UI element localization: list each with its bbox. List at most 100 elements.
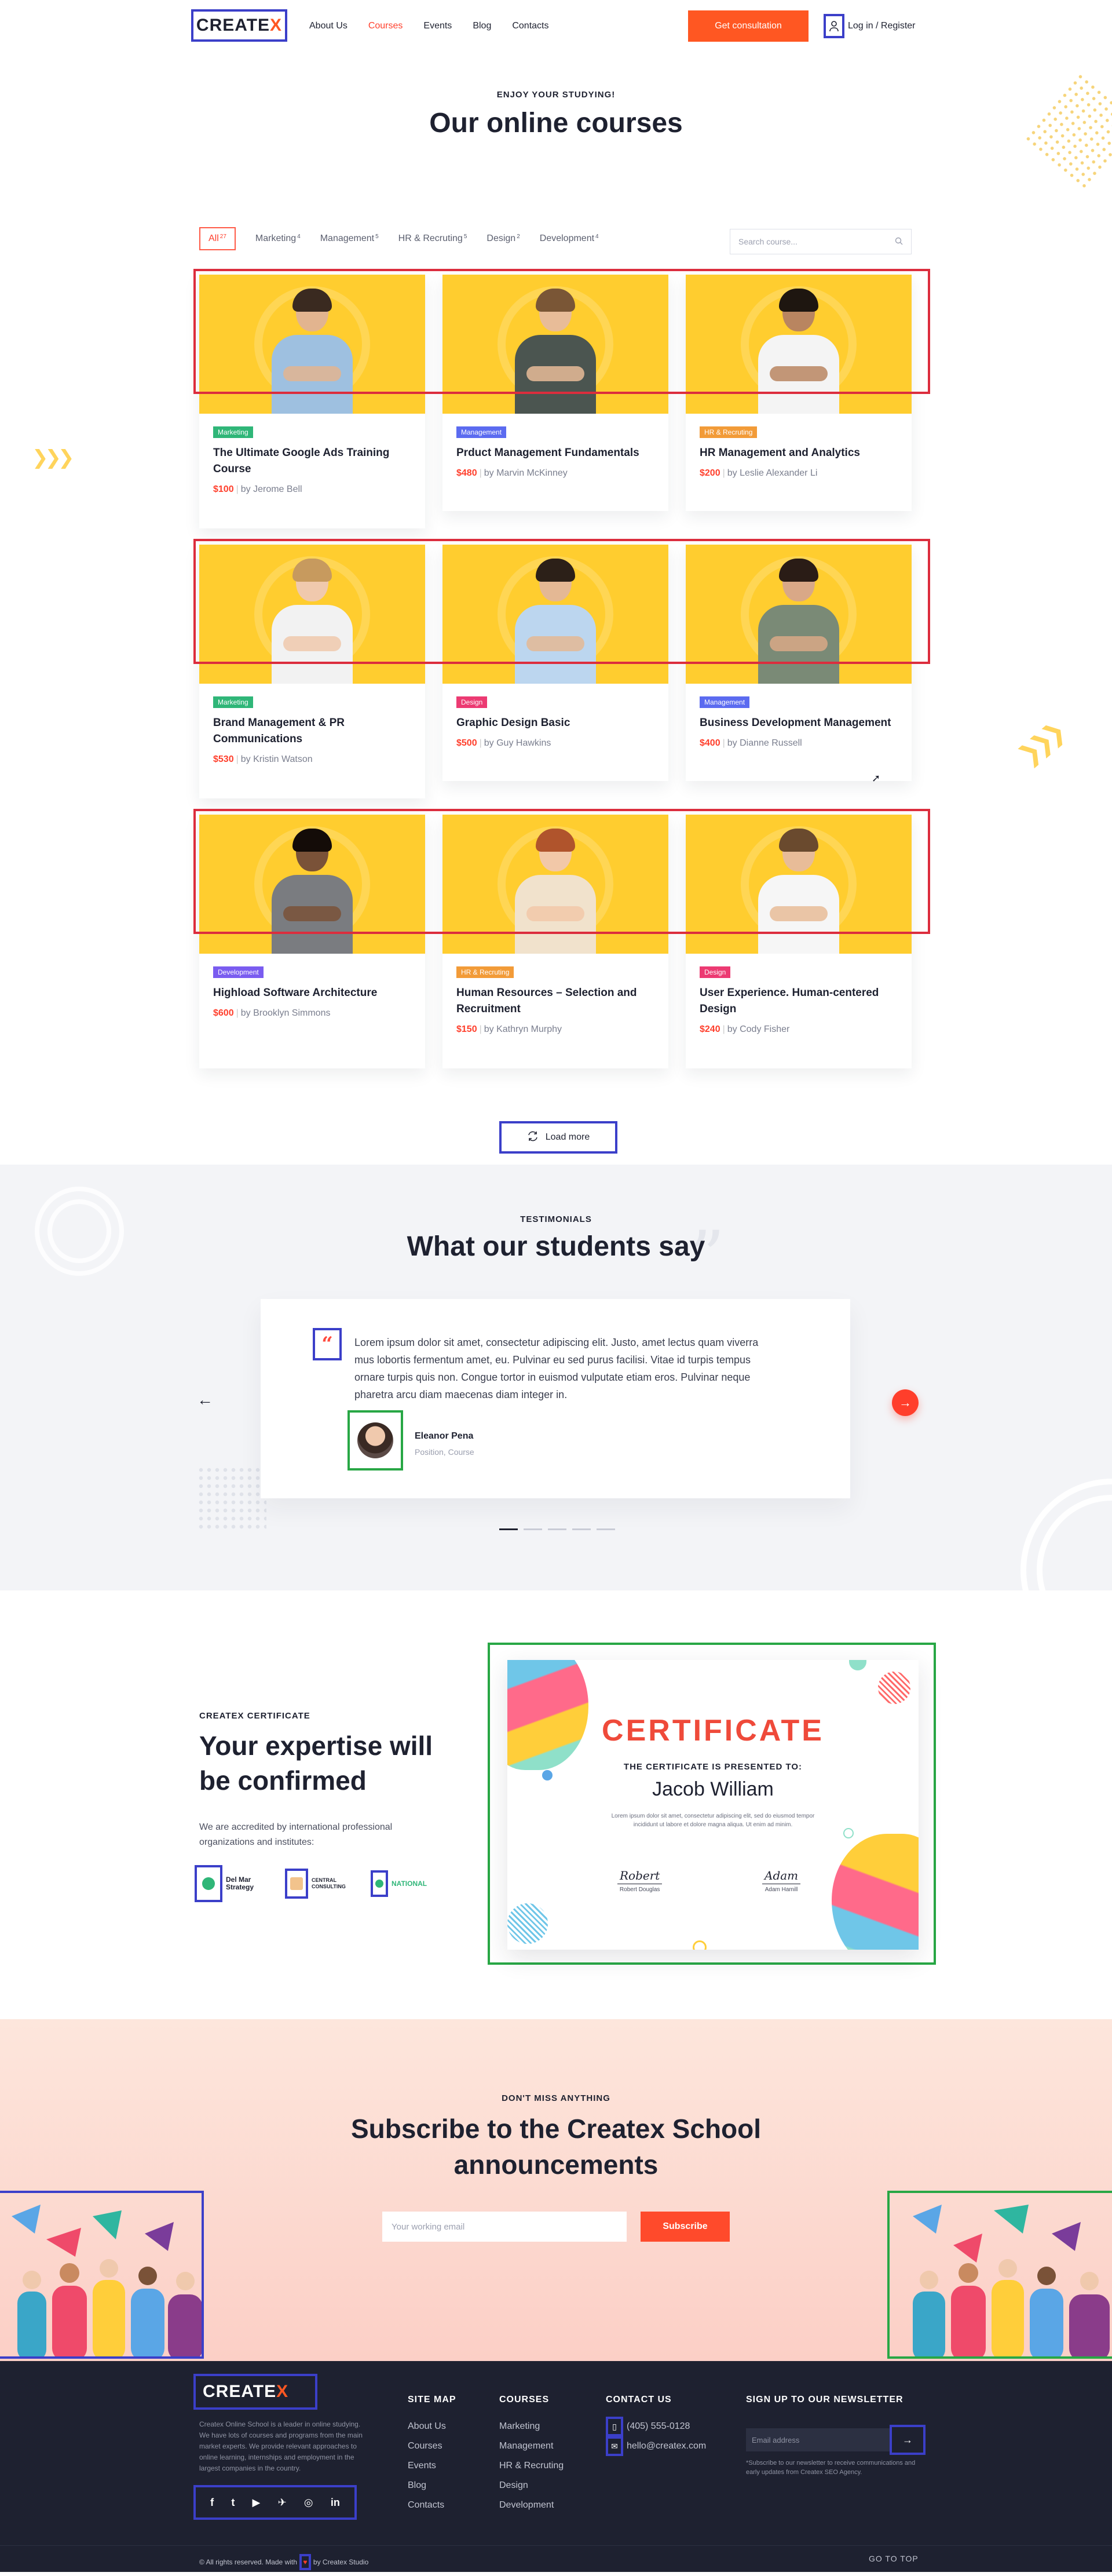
copyright-text: © All rights reserved. Made with	[199, 2558, 297, 2566]
filter-development[interactable]: Development 4	[540, 233, 599, 244]
footer-link-development[interactable]: Development	[499, 2495, 564, 2515]
course-title[interactable]: Human Resources – Selection and Recruitm…	[456, 985, 654, 1017]
logo-text: CREATE	[196, 16, 270, 35]
course-tag: HR & Recruting	[456, 966, 514, 978]
filter-design[interactable]: Design 2	[487, 233, 520, 244]
footer-link-management[interactable]: Management	[499, 2436, 564, 2456]
youtube-icon[interactable]: ▶	[253, 2497, 261, 2509]
meta-separator: |	[236, 1008, 239, 1018]
newsletter-email-input[interactable]: Email address	[746, 2428, 891, 2451]
filter-all[interactable]: All 27	[199, 227, 236, 250]
footer-link-events[interactable]: Events	[408, 2456, 456, 2476]
footer-email[interactable]: ✉ hello@createx.com	[606, 2436, 706, 2456]
course-author: by Kristin Watson	[240, 754, 313, 764]
login-register-link[interactable]: Log in / Register	[824, 14, 916, 38]
footer-link-marketing[interactable]: Marketing	[499, 2417, 564, 2436]
footer-logo[interactable]: CREATE X	[193, 2374, 317, 2410]
course-meta: $240 | by Cody Fisher	[700, 1024, 898, 1035]
nav-blog[interactable]: Blog	[473, 21, 491, 31]
course-title[interactable]: The Ultimate Google Ads Training Course	[213, 445, 411, 477]
footer-link-hr-recruting[interactable]: HR & Recruting	[499, 2456, 564, 2476]
course-price: $480	[456, 468, 477, 478]
certificate-subtitle: THE CERTIFICATE IS PRESENTED TO:	[623, 1762, 803, 1772]
meta-separator: |	[722, 1024, 725, 1034]
facebook-icon[interactable]: f	[210, 2497, 214, 2509]
course-meta: $530 | by Kristin Watson	[213, 754, 411, 765]
newsletter-note: *Subscribe to our newsletter to receive …	[746, 2460, 916, 2476]
course-title[interactable]: User Experience. Human-centered Design	[700, 985, 898, 1017]
course-title[interactable]: Brand Management & PR Communications	[213, 715, 411, 747]
telegram-icon[interactable]: ✈	[278, 2497, 287, 2509]
course-title[interactable]: Prduct Management Fundamentals	[456, 445, 654, 461]
subscribe-button[interactable]: Subscribe	[641, 2212, 730, 2242]
slider-dot[interactable]	[524, 1528, 542, 1530]
search-icon[interactable]	[895, 237, 903, 247]
course-title[interactable]: Graphic Design Basic	[456, 715, 654, 731]
slider-dot[interactable]	[548, 1528, 566, 1530]
filter-management[interactable]: Management 5	[320, 233, 379, 244]
partner-del-mar[interactable]: Del Mar Strategy	[195, 1865, 266, 1902]
course-tag: Design	[456, 696, 488, 708]
slider-dot[interactable]	[597, 1528, 615, 1530]
nav-courses[interactable]: Courses	[368, 21, 403, 31]
certificate-heading: Your expertise will be confirmed	[199, 1731, 433, 1796]
filter-marketing[interactable]: Marketing 4	[255, 233, 301, 244]
copyright: © All rights reserved. Made with ♥ by Cr…	[199, 2554, 368, 2570]
signature-name: Adam Hamill	[765, 1887, 798, 1893]
go-to-top-link[interactable]: GO TO TOP	[869, 2554, 919, 2563]
partner-central-consulting[interactable]: Central Consulting	[285, 1869, 352, 1899]
footer-link-contacts[interactable]: Contacts	[408, 2495, 456, 2515]
course-meta: $500 | by Guy Hawkins	[456, 738, 654, 749]
footer-link-about-us[interactable]: About Us	[408, 2417, 456, 2436]
prev-arrow-icon[interactable]: ←	[197, 1391, 213, 1409]
nav-events[interactable]: Events	[423, 21, 452, 31]
newsletter-submit-arrow-icon[interactable]: →	[890, 2425, 926, 2455]
heart-icon: ♥	[299, 2554, 311, 2570]
nav-contacts[interactable]: Contacts	[512, 21, 548, 31]
logo-mark	[375, 1880, 383, 1888]
filter-count: 5	[463, 233, 467, 240]
footer-link-blog[interactable]: Blog	[408, 2476, 456, 2495]
testimonial-text: Lorem ipsum dolor sit amet, consectetur …	[354, 1337, 759, 1400]
subscribe-email-input[interactable]: Your working email	[382, 2212, 627, 2242]
course-search-input[interactable]: Search course...	[730, 229, 912, 254]
striped-circle-decoration	[507, 1903, 548, 1944]
course-title[interactable]: Business Development Management	[700, 715, 898, 731]
course-meta: $200 | by Leslie Alexander Li	[700, 468, 898, 479]
twitter-icon[interactable]: t	[231, 2497, 235, 2509]
course-info: HR & Recruting Human Resources – Selectio…	[442, 954, 668, 1048]
course-price: $600	[213, 1008, 234, 1018]
filter-hr-recruting[interactable]: HR & Recruting 5	[398, 233, 467, 244]
linkedin-icon[interactable]: in	[331, 2497, 340, 2509]
course-title[interactable]: HR Management and Analytics	[700, 445, 898, 461]
social-links: f t ▶ ✈ ◎ in	[193, 2485, 357, 2520]
signature-1: Robert Robert Douglas	[617, 1869, 663, 1893]
instagram-icon[interactable]: ◎	[304, 2497, 313, 2509]
nav-about-us[interactable]: About Us	[309, 21, 348, 31]
user-icon[interactable]	[824, 14, 844, 38]
next-arrow-icon[interactable]: →	[892, 1389, 919, 1416]
footer-link-design[interactable]: Design	[499, 2476, 564, 2495]
load-more-button[interactable]: Load more	[499, 1121, 617, 1154]
input-placeholder: Email address	[752, 2435, 800, 2444]
course-title[interactable]: Highload Software Architecture	[213, 985, 411, 1001]
phone-icon: ▯	[606, 2417, 623, 2436]
footer-link-courses[interactable]: Courses	[408, 2436, 456, 2456]
meta-separator: |	[722, 738, 725, 748]
slider-dot[interactable]	[572, 1528, 591, 1530]
signature-2: Adam Adam Hamill	[762, 1869, 801, 1893]
graduation-illustration-right	[887, 2191, 1112, 2359]
get-consultation-button[interactable]: Get consultation	[688, 10, 809, 42]
logo-accent: X	[270, 16, 283, 35]
arrows-decoration-right: ❯❯❯	[1012, 718, 1067, 771]
filter-label: All	[209, 233, 219, 243]
filter-label: Marketing	[255, 233, 297, 243]
footer-phone[interactable]: ▯ (405) 555-0128	[606, 2417, 706, 2436]
slider-dot[interactable]	[499, 1528, 518, 1530]
certificate-section: Createx Certificate Your expertise will …	[0, 1590, 1112, 2019]
course-info: Marketing Brand Management & PR Communica…	[199, 684, 425, 778]
site-logo[interactable]: CREATE X	[191, 9, 287, 42]
testimonials-title: What our students say	[407, 1231, 705, 1262]
partner-national[interactable]: National	[371, 1870, 427, 1897]
partner-name: National	[392, 1880, 427, 1888]
